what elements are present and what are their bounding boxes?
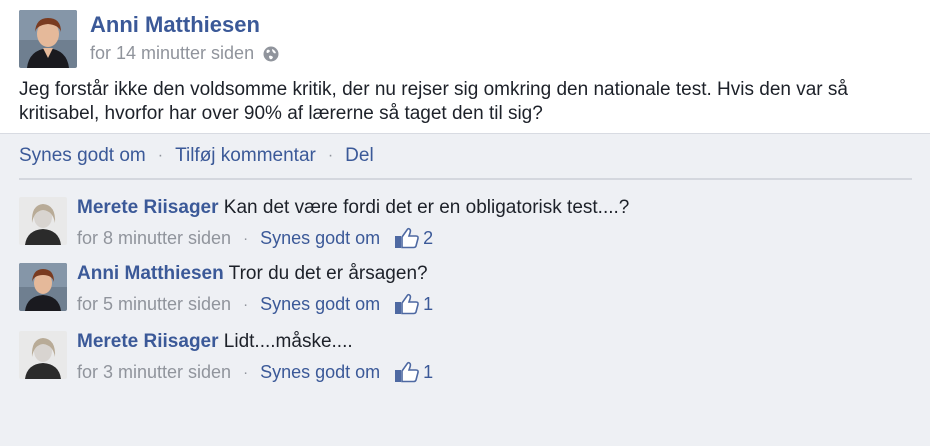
meta-separator: ·	[243, 229, 249, 247]
comment-time[interactable]: for 3 minutter siden	[77, 362, 231, 383]
comment-content: Anni Matthiesen Tror du det er årsagen?	[77, 263, 428, 285]
comment-meta: for 8 minutter siden · Synes godt om 2	[77, 227, 433, 249]
comment-like-link[interactable]: Synes godt om	[260, 294, 380, 315]
like-count[interactable]: 1	[394, 293, 433, 315]
comment-like-link[interactable]: Synes godt om	[260, 362, 380, 383]
post-time-text[interactable]: for 14 minutter siden	[90, 43, 254, 64]
action-separator: ·	[327, 147, 334, 164]
comment-author[interactable]: Anni Matthiesen	[77, 263, 224, 284]
comment-author[interactable]: Merete Riisager	[77, 331, 219, 352]
comment-item: Anni Matthiesen Tror du det er årsagen? …	[19, 263, 912, 319]
like-count-number: 1	[423, 361, 434, 382]
meta-separator: ·	[243, 363, 249, 381]
action-separator: ·	[157, 147, 164, 164]
comment-avatar[interactable]	[19, 197, 67, 245]
comment-item: Merete Riisager Kan det være fordi det e…	[19, 197, 912, 253]
globe-icon	[263, 46, 279, 62]
like-count-number: 2	[423, 227, 434, 248]
facebook-post: Anni Matthiesen for 14 minutter siden Je…	[0, 0, 930, 446]
comment-time[interactable]: for 5 minutter siden	[77, 294, 231, 315]
comment-text: Lidt....måske....	[223, 331, 353, 352]
add-comment-link[interactable]: Tilføj kommentar	[175, 145, 316, 167]
comment-meta: for 3 minutter siden · Synes godt om 1	[77, 361, 433, 383]
like-count[interactable]: 2	[394, 227, 433, 249]
like-count-number: 1	[423, 293, 434, 314]
post-actions: Synes godt om · Tilføj kommentar · Del	[19, 145, 374, 167]
thumbs-up-icon	[394, 293, 420, 315]
post-body-text: Jeg forstår ikke den voldsomme kritik, d…	[19, 79, 848, 124]
divider	[19, 178, 912, 180]
thumbs-up-icon	[394, 361, 420, 383]
thumbs-up-icon	[394, 227, 420, 249]
meta-separator: ·	[243, 295, 249, 313]
post-header-area: Anni Matthiesen for 14 minutter siden Je…	[0, 0, 930, 134]
comment-time[interactable]: for 8 minutter siden	[77, 228, 231, 249]
comment-avatar[interactable]	[19, 331, 67, 379]
post-author-name[interactable]: Anni Matthiesen	[90, 12, 260, 38]
share-link[interactable]: Del	[345, 145, 374, 167]
comment-avatar[interactable]	[19, 263, 67, 311]
comment-content: Merete Riisager Lidt....måske....	[77, 331, 353, 353]
comment-item: Merete Riisager Lidt....måske.... for 3 …	[19, 331, 912, 387]
comment-content: Merete Riisager Kan det være fordi det e…	[77, 197, 629, 219]
author-avatar[interactable]	[19, 10, 77, 68]
comment-text: Tror du det er årsagen?	[228, 263, 428, 284]
post-like-link[interactable]: Synes godt om	[19, 145, 146, 167]
comment-like-link[interactable]: Synes godt om	[260, 228, 380, 249]
post-timestamp: for 14 minutter siden	[90, 43, 279, 64]
comment-meta: for 5 minutter siden · Synes godt om 1	[77, 293, 433, 315]
like-count[interactable]: 1	[394, 361, 433, 383]
comment-text: Kan det være fordi det er en obligatoris…	[223, 197, 630, 218]
comment-author[interactable]: Merete Riisager	[77, 197, 219, 218]
